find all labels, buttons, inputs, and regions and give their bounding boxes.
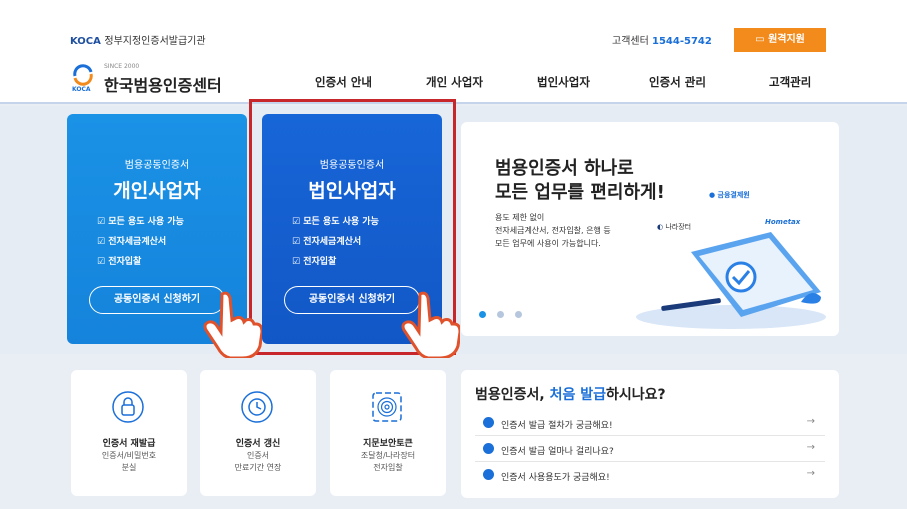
remote-support-button[interactable]: ▭ 원격지원 (734, 28, 826, 52)
koca-logo-icon[interactable] (72, 64, 94, 86)
question-icon (483, 469, 494, 480)
faq-panel: 범용인증서, 처음 발급하시나요? 인증서 발급 절차가 궁금해요! → 인증서… (461, 370, 839, 498)
faq-item[interactable]: 인증서 발급 절차가 궁금해요! → (475, 410, 825, 436)
phone-illustration-icon (636, 232, 826, 329)
brand-tagline: KOCA 정부지정인증서발급기관 (70, 32, 206, 47)
carousel-dot[interactable] (515, 311, 522, 318)
monitor-icon: ▭ (755, 34, 765, 45)
tile-title: 지문보안토큰 (363, 439, 413, 449)
faq-item-text: 인증서 사용용도가 궁금해요! (501, 473, 610, 483)
arrow-right-icon: → (806, 416, 815, 427)
nav-corporate-business[interactable]: 법인사업자 (537, 74, 590, 90)
nav-individual-business[interactable]: 개인 사업자 (426, 74, 483, 90)
faq-heading-post: 하시나요? (606, 387, 666, 403)
tile-title: 인증서 갱신 (235, 439, 281, 449)
hometax-logo: Hometax (765, 218, 801, 226)
hand-pointer-icon (203, 291, 262, 358)
promo-line2: 모든 업무를 편리하게! (495, 182, 665, 203)
fingerprint-icon (372, 392, 402, 422)
cs-phone: 1544-5742 (652, 36, 712, 47)
promo-line1: 범용인증서 하나로 (495, 158, 634, 179)
tile-renew[interactable]: 인증서 갱신 인증서 만료기간 연장 (200, 370, 316, 496)
tile-desc: 조달청/나라장터 (360, 451, 416, 460)
promo-banner[interactable]: 범용인증서 하나로 모든 업무를 편리하게! 용도 제한 없이 전자세금계산서,… (461, 122, 839, 336)
tile-desc: 전자입찰 (373, 463, 403, 472)
main-header: KOCA SINCE 2000 한국범용인증센터 인증서 안내 개인 사업자 법… (0, 52, 907, 104)
card-sub: 범용공동인증서 (124, 160, 190, 171)
tile-reissue[interactable]: 인증서 재발급 인증서/비밀번호 분실 (71, 370, 187, 496)
checkbox-icon: ☑ (97, 237, 106, 247)
faq-item-text: 인증서 발급 절차가 궁금해요! (501, 421, 613, 431)
promo-desc: 용도 제한 없이 (495, 213, 545, 222)
arrow-right-icon: → (806, 442, 815, 453)
logo-koca-text: KOCA (72, 86, 91, 93)
faq-item-text: 인증서 발급 얼마나 걸리나요? (501, 447, 614, 457)
nav-customer-management[interactable]: 고객관리 (769, 74, 811, 90)
card-feature: ☑ 모든 용도 사용 가능 (97, 214, 184, 227)
logo-label: 금융결제원 (717, 191, 750, 199)
tile-desc: 인증서 (246, 451, 270, 460)
brand-sub: 정부지정인증서발급기관 (104, 36, 206, 47)
question-icon (483, 443, 494, 454)
faq-item[interactable]: 인증서 사용용도가 궁금해요! → (475, 462, 825, 488)
tile-desc: 만료기간 연장 (234, 463, 282, 472)
logo-title[interactable]: 한국범용인증센터 (104, 72, 222, 96)
carousel-dot[interactable] (497, 311, 504, 318)
tile-desc: 분실 (121, 463, 137, 472)
kftc-icon: ● (709, 191, 716, 199)
clock-icon (241, 391, 273, 423)
faq-heading-highlight: 처음 발급 (549, 387, 606, 403)
remote-label: 원격지원 (768, 34, 805, 45)
feature-text: 전자세금계산서 (108, 237, 167, 247)
promo-desc: 모든 업무에 사용이 가능합니다. (495, 239, 601, 248)
hand-pointer-icon (401, 291, 460, 358)
lock-icon (112, 391, 144, 423)
tile-title: 인증서 재발급 (102, 439, 156, 449)
card-title: 개인사업자 (113, 180, 201, 202)
checkbox-icon: ☑ (97, 257, 106, 267)
nav-cert-guide[interactable]: 인증서 안내 (315, 74, 372, 90)
top-bar: KOCA 정부지정인증서발급기관 고객센터 1544-5742 ▭ 원격지원 (0, 0, 907, 52)
tile-desc: 인증서/비밀번호 (101, 451, 157, 460)
narajangteo-logo: ◐ 나라장터 (657, 222, 691, 232)
cs-label: 고객센터 (612, 36, 649, 47)
nav-cert-management[interactable]: 인증서 관리 (649, 74, 706, 90)
tile-fingerprint-token[interactable]: 지문보안토큰 조달청/나라장터 전자입찰 (330, 370, 446, 496)
card-feature: ☑ 전자입찰 (97, 254, 141, 267)
feature-text: 전자입찰 (108, 257, 142, 267)
feature-text: 모든 용도 사용 가능 (108, 217, 184, 227)
faq-heading-pre: 범용인증서, (475, 387, 550, 403)
logo-since: SINCE 2000 (104, 63, 140, 70)
faq-heading: 범용인증서, 처음 발급하시나요? (475, 384, 666, 404)
kftc-logo: ● 금융결제원 (709, 190, 750, 200)
brand-koca: KOCA (70, 36, 101, 47)
arrow-right-icon: → (806, 468, 815, 479)
narajangteo-icon: ◐ (657, 223, 664, 231)
faq-item[interactable]: 인증서 발급 얼마나 걸리나요? → (475, 436, 825, 462)
carousel-dot-active[interactable] (479, 311, 486, 318)
card-feature: ☑ 전자세금계산서 (97, 234, 166, 247)
logo-label: 나라장터 (665, 223, 692, 231)
question-icon (483, 417, 494, 428)
promo-desc: 전자세금계산서, 전자입찰, 은행 등 (495, 226, 611, 235)
checkbox-icon: ☑ (97, 217, 106, 227)
customer-center: 고객센터 1544-5742 (612, 32, 712, 47)
